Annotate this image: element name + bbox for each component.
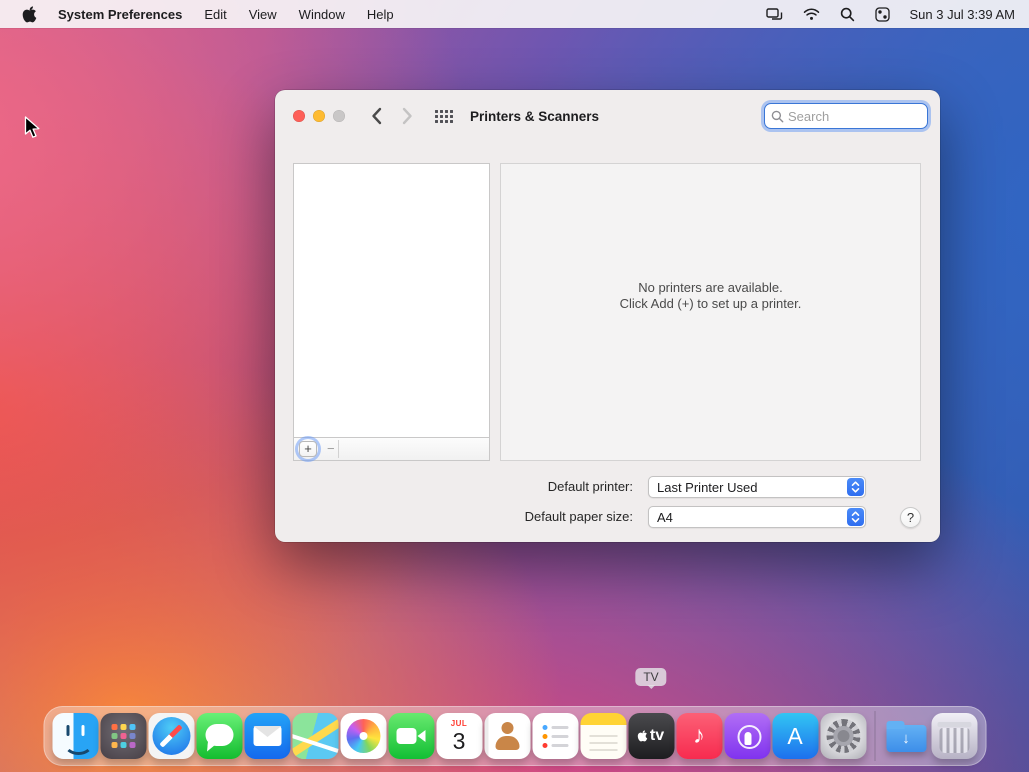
appstore-a-icon: A — [787, 723, 802, 750]
dock-item-contacts[interactable] — [484, 713, 530, 759]
window-title: Printers & Scanners — [470, 109, 599, 124]
menu-app-name[interactable]: System Preferences — [47, 0, 193, 28]
menu-bar-left: System Preferences Edit View Window Help — [0, 0, 405, 28]
empty-state-line2: Click Add (+) to set up a printer. — [620, 296, 802, 312]
printer-list[interactable] — [293, 163, 490, 437]
default-printer-select[interactable]: Last Printer Used — [648, 476, 866, 498]
default-printer-row: Default printer: Last Printer Used — [275, 476, 940, 498]
default-paper-value: A4 — [657, 510, 673, 525]
dock-tooltip-label: TV — [643, 670, 658, 684]
traffic-lights — [293, 110, 345, 122]
dock-item-trash[interactable] — [931, 713, 977, 759]
desktop-wallpaper: System Preferences Edit View Window Help… — [0, 0, 1029, 772]
printers-scanners-window: Printers & Scanners + − No printers are … — [275, 90, 940, 542]
apple-logo-icon — [638, 730, 648, 742]
stepper-icon — [847, 508, 864, 526]
dock-item-facetime[interactable] — [388, 713, 434, 759]
chevron-left-icon — [371, 107, 382, 125]
mouse-cursor — [24, 116, 40, 145]
dock-item-messages[interactable] — [196, 713, 242, 759]
zoom-button — [333, 110, 345, 122]
menu-edit[interactable]: Edit — [193, 0, 237, 28]
menu-bar-status: Sun 3 Jul 3:39 AM — [757, 0, 1029, 28]
search-input[interactable] — [788, 109, 921, 124]
tv-label: tv — [650, 728, 664, 744]
dock-item-reminders[interactable] — [532, 713, 578, 759]
screen-mirroring-icon[interactable] — [757, 0, 792, 28]
default-printer-label: Default printer: — [275, 476, 633, 498]
default-paper-row: Default paper size: A4 — [275, 506, 940, 528]
empty-state: No printers are available. Click Add (+)… — [620, 280, 802, 312]
dock-item-tv[interactable]: tv — [628, 713, 674, 759]
printer-detail-panel: No printers are available. Click Add (+)… — [500, 163, 921, 461]
dock-item-downloads[interactable]: ↓ — [883, 713, 929, 759]
menu-view[interactable]: View — [238, 0, 288, 28]
dock-item-launchpad[interactable] — [100, 713, 146, 759]
add-printer-button[interactable]: + — [299, 441, 317, 457]
dock-item-mail[interactable] — [244, 713, 290, 759]
help-button[interactable]: ? — [900, 507, 921, 528]
calendar-month-label: JUL — [451, 720, 468, 728]
music-note-icon: ♪ — [693, 724, 705, 748]
apple-menu[interactable] — [12, 0, 47, 28]
calendar-day-label: 3 — [453, 728, 466, 754]
dock-item-music[interactable]: ♪ — [676, 713, 722, 759]
control-center-icon[interactable] — [866, 0, 899, 28]
close-button[interactable] — [293, 110, 305, 122]
forward-button — [402, 107, 413, 125]
default-paper-select[interactable]: A4 — [648, 506, 866, 528]
dock-item-photos[interactable] — [340, 713, 386, 759]
add-button-focus-ring: + — [298, 439, 318, 459]
menu-bar-clock[interactable]: Sun 3 Jul 3:39 AM — [901, 7, 1015, 22]
toolbar-divider — [338, 440, 339, 458]
menu-bar: System Preferences Edit View Window Help… — [0, 0, 1029, 28]
stepper-icon — [847, 478, 864, 496]
back-button[interactable] — [371, 107, 382, 125]
search-icon — [771, 110, 784, 123]
dock-item-appstore[interactable]: A — [772, 713, 818, 759]
dock-tooltip: TV — [635, 668, 666, 686]
dock-item-maps[interactable] — [292, 713, 338, 759]
default-printer-value: Last Printer Used — [657, 480, 757, 495]
default-paper-label: Default paper size: — [275, 506, 633, 528]
menu-help[interactable]: Help — [356, 0, 405, 28]
dock-item-notes[interactable] — [580, 713, 626, 759]
menu-window[interactable]: Window — [288, 0, 356, 28]
remove-printer-button[interactable]: − — [327, 439, 335, 459]
apple-logo-icon — [22, 6, 37, 23]
dock-item-calendar[interactable]: JUL 3 — [436, 713, 482, 759]
wifi-icon[interactable] — [794, 0, 829, 28]
dock: JUL 3 tv ♪ A ↓ — [43, 706, 986, 766]
printer-list-toolbar: + − — [293, 437, 490, 461]
window-titlebar[interactable]: Printers & Scanners — [275, 90, 940, 142]
download-arrow-icon: ↓ — [883, 725, 929, 751]
spotlight-icon[interactable] — [831, 0, 864, 28]
chevron-right-icon — [402, 107, 413, 125]
dock-item-safari[interactable] — [148, 713, 194, 759]
dock-item-finder[interactable] — [52, 713, 98, 759]
dock-item-system-preferences[interactable] — [820, 713, 866, 759]
show-all-grid-icon[interactable] — [433, 108, 456, 125]
minimize-button[interactable] — [313, 110, 325, 122]
search-field[interactable] — [764, 103, 928, 129]
empty-state-line1: No printers are available. — [620, 280, 802, 296]
dock-item-podcasts[interactable] — [724, 713, 770, 759]
dock-divider — [874, 711, 875, 761]
